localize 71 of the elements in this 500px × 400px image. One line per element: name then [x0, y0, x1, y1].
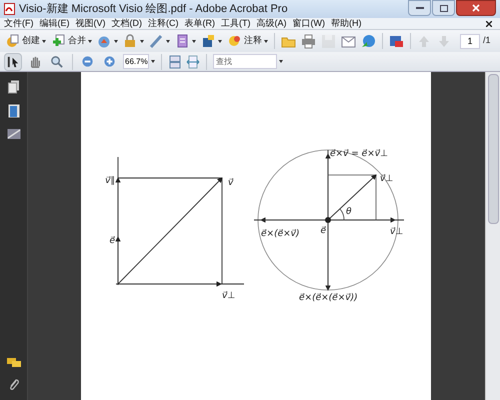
scrollbar-thumb[interactable] [488, 74, 498, 224]
save-icon [321, 34, 336, 48]
menu-item[interactable]: 文件(F) [4, 18, 34, 29]
window-title: Visio-新建 Microsoft Visio 绘图.pdf - Adobe Acrobat Pro [19, 2, 289, 17]
arrow-down-icon [437, 34, 452, 48]
menu-item[interactable]: 帮助(H) [331, 18, 362, 29]
toolbar-button[interactable] [360, 32, 377, 50]
search-field[interactable]: 查找 [213, 54, 277, 69]
toolbar-button[interactable] [200, 32, 223, 50]
fit-width-icon[interactable] [186, 54, 200, 68]
pages-icon[interactable] [8, 80, 20, 94]
caret-icon [140, 40, 144, 42]
pdf-app-icon [4, 3, 15, 15]
toolbar-button[interactable]: 注释 [226, 32, 269, 50]
menu-item[interactable]: 高级(A) [256, 18, 286, 29]
select-tool-icon [6, 54, 20, 68]
math-label: v⃗∥ [105, 176, 115, 186]
toolbar-button[interactable]: 合并 [50, 32, 93, 50]
caret-icon [42, 40, 46, 42]
menu-item[interactable]: 窗口(W) [292, 18, 325, 29]
caret-icon[interactable] [151, 60, 155, 63]
close-button[interactable] [456, 0, 496, 16]
math-label: v⃗⊥ [222, 291, 236, 301]
minimize-button[interactable] [408, 0, 431, 16]
toolbar-button[interactable]: 创建 [4, 32, 47, 50]
print-icon [301, 34, 316, 48]
math-label: e⃗×(e⃗×(e⃗×v⃗)) [299, 293, 358, 303]
comments-icon[interactable] [6, 358, 20, 368]
menu-item[interactable]: 文档(D) [112, 18, 142, 29]
math-label: e⃗ [109, 236, 115, 246]
caret-icon [264, 40, 268, 42]
close-icon[interactable] [486, 20, 492, 26]
math-label: e⃗×v⃗ = e⃗×v⃗⊥ [330, 149, 388, 159]
bookmark-icon[interactable] [8, 104, 20, 118]
fit-page-icon[interactable] [168, 54, 182, 68]
form-icon [175, 34, 190, 48]
close-icon [472, 4, 480, 12]
page-number-field[interactable]: 1 [460, 34, 480, 48]
lock-icon [123, 34, 138, 48]
hand-icon [28, 54, 42, 68]
math-label: v⃗ [228, 178, 234, 188]
toolbar-button[interactable] [122, 32, 145, 50]
tool-button[interactable] [4, 52, 22, 70]
math-label: v⃗⊥ [390, 227, 404, 237]
menu-item[interactable]: 表单(R) [184, 18, 215, 29]
zoom-icon [50, 54, 64, 68]
toolbar-button[interactable] [300, 32, 317, 50]
arrow-up-icon [417, 34, 432, 48]
menu-item[interactable]: 编辑(E) [40, 18, 70, 29]
maximize-button[interactable] [432, 0, 455, 16]
email-icon [341, 34, 356, 48]
paperclip-icon[interactable] [8, 378, 20, 392]
caret-icon[interactable] [279, 60, 283, 63]
menu-item[interactable]: 工具(T) [221, 18, 250, 29]
caret-icon [88, 40, 92, 42]
pen-icon [149, 34, 164, 48]
page-total: /1 [483, 34, 491, 48]
caret-icon [114, 40, 118, 42]
toolbar-button[interactable] [148, 32, 171, 50]
zoom-in-icon [103, 54, 117, 68]
math-label: e⃗×(e⃗×v⃗) [261, 229, 300, 239]
caret-icon [218, 40, 222, 42]
caret-icon [192, 40, 196, 42]
menu-item[interactable]: 视图(V) [76, 18, 106, 29]
menu-item[interactable]: 注释(C) [148, 18, 178, 29]
math-label: v⃗⊥ [380, 174, 394, 184]
math-label: e⃗ [320, 226, 326, 236]
math-label: θ [346, 207, 352, 217]
caret-icon [166, 40, 170, 42]
zoom-field[interactable]: 66.7% [123, 54, 149, 69]
zoom-out-icon [81, 54, 95, 68]
